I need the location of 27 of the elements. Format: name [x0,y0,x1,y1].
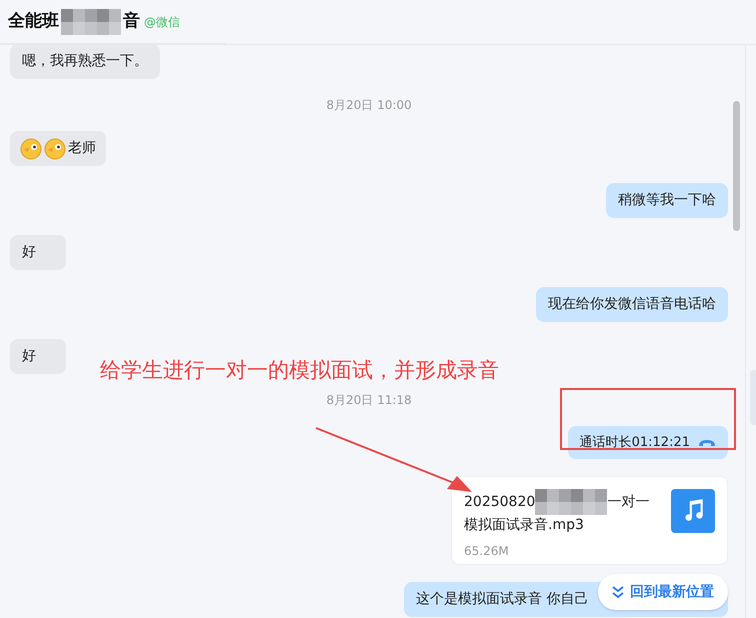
message-bubble: 稍微等我一下哈 [606,183,728,218]
file-name: 一对一 [607,493,650,512]
emoji-icon [20,138,42,160]
file-size: 65.26M [464,543,510,560]
message-bubble: 嗯，我再熟悉一下。 [10,44,160,79]
emoji-icon [44,138,66,160]
music-file-icon [671,489,715,533]
chat-title: 音 [123,10,140,33]
file-card[interactable]: 20250820 一对一 模拟面试录音.mp3 65.26M [451,476,728,565]
source-label: @微信 [144,14,180,30]
message-bubble: 现在给你发微信语音电话哈 [536,287,728,322]
file-name: 20250820 [464,493,536,512]
annotation-text: 给学生进行一对一的模拟面试，并形成录音 [100,357,499,384]
call-duration: 通话时长01:12:21 [580,434,690,452]
timestamp: 8月20日 11:18 [326,392,412,409]
call-bubble[interactable]: 通话时长01:12:21 [568,426,728,459]
file-name: 模拟面试录音.mp3 [464,516,585,535]
message-bubble: 好 [10,235,66,270]
timestamp: 8月20日 10:00 [326,97,412,114]
redacted-blur [61,8,121,34]
chat-title: 全能班 [8,10,59,33]
message-bubble: 好 [10,339,66,374]
phone-hangup-icon [698,438,716,446]
double-chevron-down-icon [612,585,624,599]
scrollbar-thumb[interactable] [733,101,740,231]
message-text: 老师 [68,139,96,158]
back-to-latest-button[interactable]: 回到最新位置 [598,574,728,610]
